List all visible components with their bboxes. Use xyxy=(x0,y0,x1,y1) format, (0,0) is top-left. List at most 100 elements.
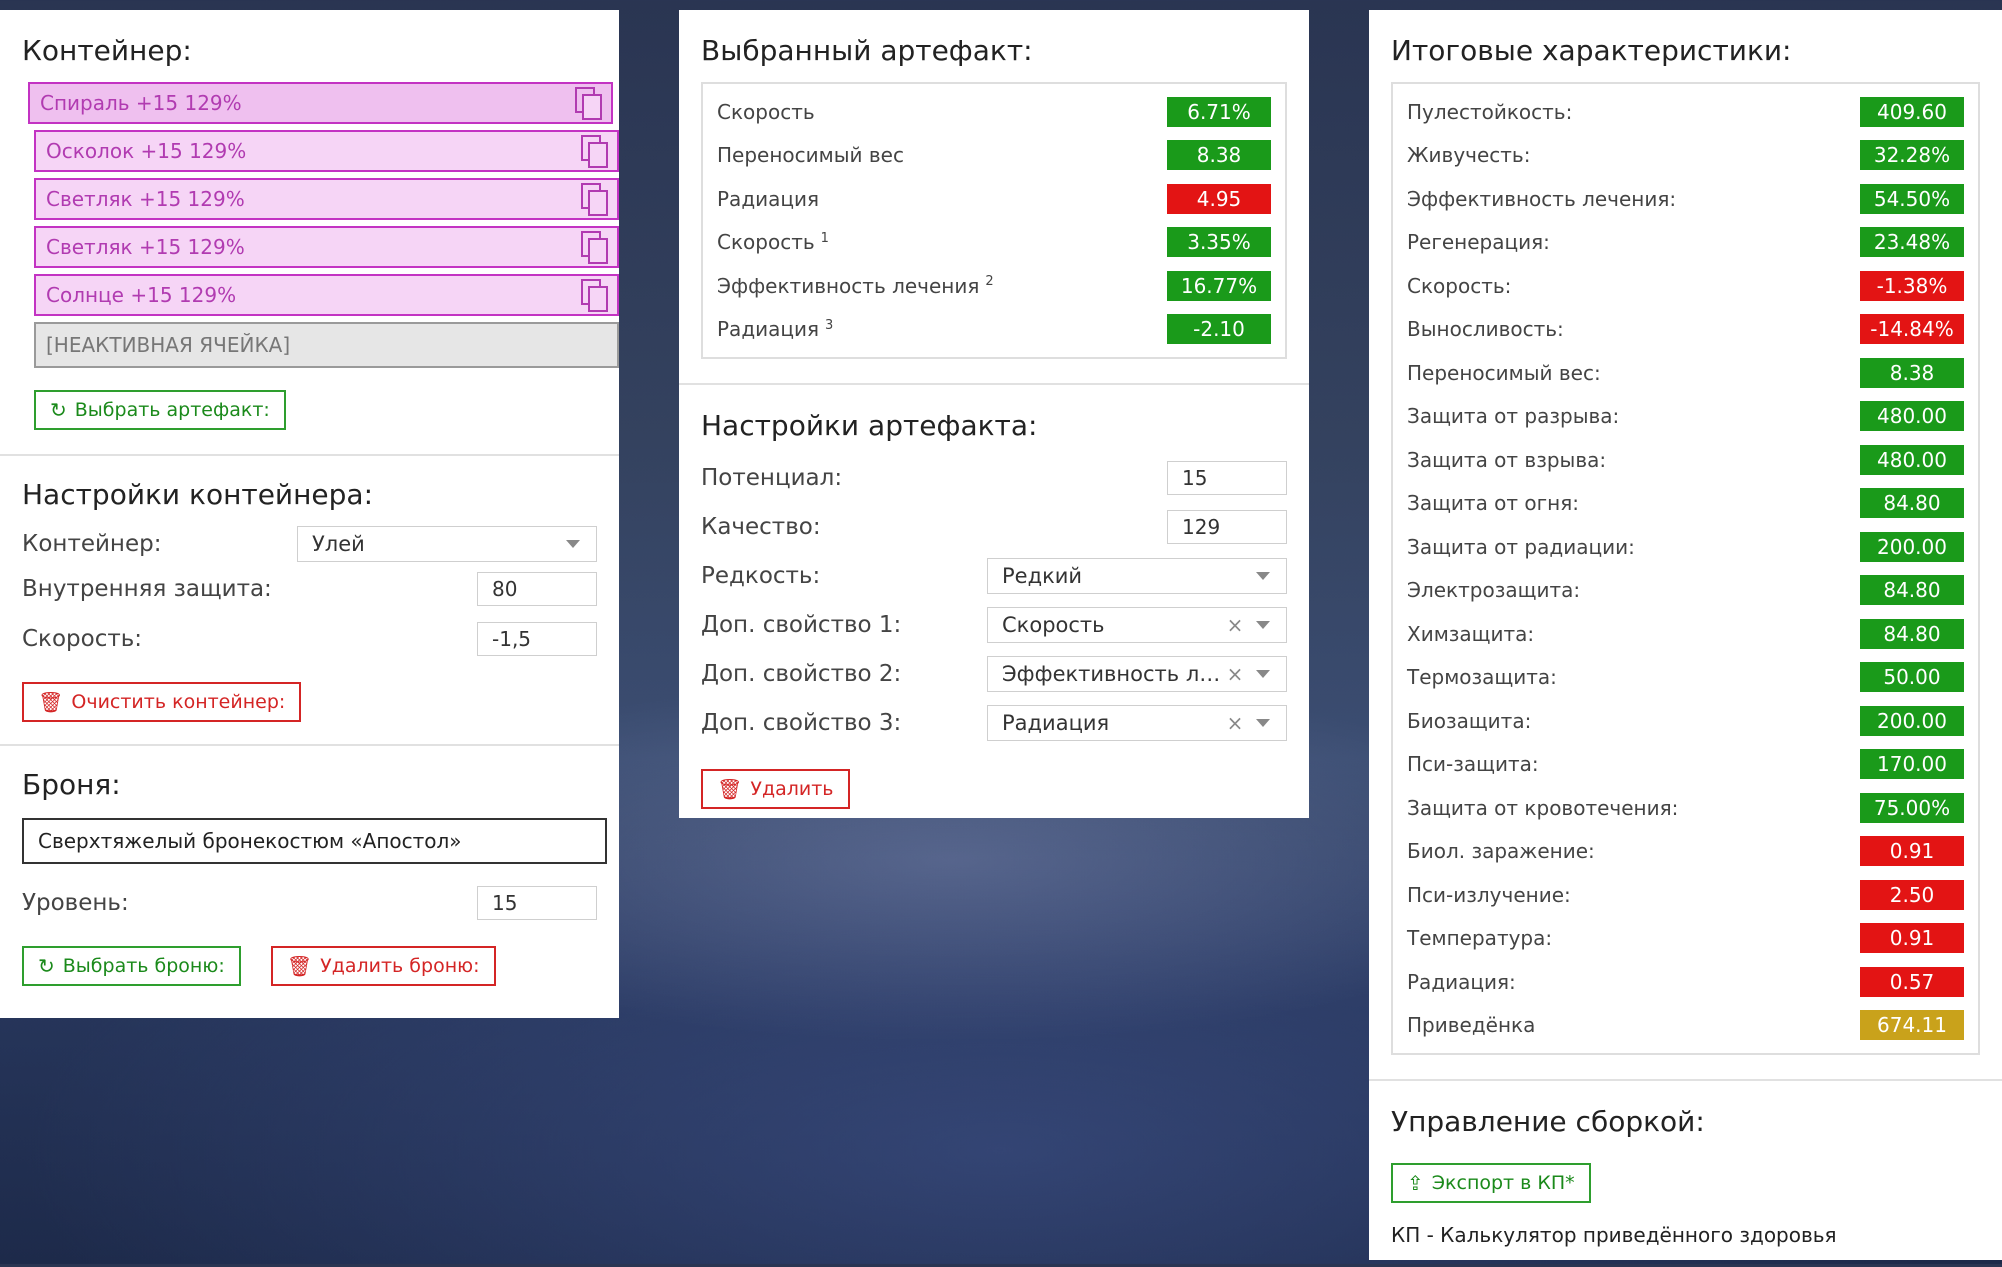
stat-value: 4.95 xyxy=(1167,183,1271,214)
chevron-down-icon xyxy=(1256,669,1270,678)
stat-name: Скорость 1 xyxy=(717,230,829,255)
footnote: КП - Калькулятор приведённого здоровья xyxy=(1391,1223,1837,1247)
copy-icon[interactable] xyxy=(575,87,602,120)
trash-icon: 🗑 xyxy=(38,690,64,714)
armor-field[interactable]: Сверхтяжелый бронекостюм «Апостол» xyxy=(22,818,607,864)
copy-icon[interactable] xyxy=(581,279,608,312)
stat-value: 84.80 xyxy=(1860,575,1964,606)
chevron-down-icon xyxy=(1256,718,1270,727)
clear-container-button[interactable]: 🗑 Очистить контейнер: xyxy=(22,682,302,722)
prop3-label: Доп. свойство 3: xyxy=(701,709,902,736)
stat-name: Переносимый вес xyxy=(717,143,904,168)
clear-icon[interactable]: × xyxy=(1222,711,1248,735)
stat-row: Эффективность лечения 2 16.77% xyxy=(717,264,1271,308)
clear-icon[interactable]: × xyxy=(1222,613,1248,637)
stat-value: 200.00 xyxy=(1860,531,1964,562)
stat-name: Защита от радиации: xyxy=(1407,534,1635,559)
rarity-label: Редкость: xyxy=(701,562,821,589)
stat-value: 54.50% xyxy=(1860,183,1964,214)
stat-name: Эффективность лечения 2 xyxy=(717,273,994,298)
container-slot[interactable]: Светляк +15 129% xyxy=(34,178,619,220)
stat-value: 0.91 xyxy=(1860,836,1964,867)
stat-row: Скорость 1 3.35% xyxy=(717,221,1271,265)
build-title: Управление сборкой: xyxy=(1391,1105,1705,1138)
container-panel: Контейнер: Спираль +15 129% Осколок +15 1… xyxy=(0,10,619,1018)
stat-row: Температура: 0.91 xyxy=(1407,917,1964,961)
container-settings-title: Настройки контейнера: xyxy=(22,478,374,511)
potential-input[interactable]: 15 xyxy=(1167,460,1287,495)
container-title: Контейнер: xyxy=(22,34,192,67)
chevron-down-icon xyxy=(566,540,580,548)
stat-name: Электрозащита: xyxy=(1407,578,1581,603)
delete-armor-button[interactable]: 🗑 Удалить броню: xyxy=(270,946,496,986)
export-button[interactable]: ⇪ Экспорт в КП* xyxy=(1391,1163,1591,1203)
stat-name: Защита от кровотечения: xyxy=(1407,795,1679,820)
container-slot[interactable]: Светляк +15 129% xyxy=(34,226,619,268)
rarity-select[interactable]: Редкий xyxy=(987,557,1287,594)
slot-list: Спираль +15 129% Осколок +15 129% Светляк … xyxy=(22,82,619,316)
stat-row: Защита от взрыва: 480.00 xyxy=(1407,438,1964,482)
chevron-down-icon xyxy=(1256,571,1270,580)
stat-name: Защита от огня: xyxy=(1407,491,1580,516)
stat-row: Химзащита: 84.80 xyxy=(1407,612,1964,656)
stat-name: Радиация 3 xyxy=(717,317,834,342)
stat-row: Регенерация: 23.48% xyxy=(1407,221,1964,265)
copy-icon[interactable] xyxy=(581,231,608,264)
armor-title: Броня: xyxy=(22,768,121,801)
potential-label: Потенциал: xyxy=(701,464,843,491)
stat-name: Радиация: xyxy=(1407,969,1516,994)
refresh-icon: ↻ xyxy=(50,398,67,422)
stat-name: Биозащита: xyxy=(1407,708,1532,733)
stat-row: Переносимый вес 8.38 xyxy=(717,134,1271,178)
level-label: Уровень: xyxy=(22,890,129,916)
stat-name: Пси-излучение: xyxy=(1407,882,1571,907)
prop2-label: Доп. свойство 2: xyxy=(701,660,902,687)
stat-row: Электрозащита: 84.80 xyxy=(1407,569,1964,613)
quality-label: Качество: xyxy=(701,513,821,540)
prop2-select[interactable]: Эффективность ле... × xyxy=(987,655,1287,692)
stat-row: Пси-излучение: 2.50 xyxy=(1407,873,1964,917)
prop1-select[interactable]: Скорость × xyxy=(987,606,1287,643)
choose-armor-button[interactable]: ↻ Выбрать броню: xyxy=(22,946,241,986)
speed-label: Скорость: xyxy=(22,626,143,652)
copy-icon[interactable] xyxy=(581,183,608,216)
container-slot[interactable]: Спираль +15 129% xyxy=(28,82,613,124)
prop3-select[interactable]: Радиация × xyxy=(987,704,1287,741)
stat-value: 32.28% xyxy=(1860,140,1964,171)
stat-name: Скорость: xyxy=(1407,273,1512,298)
stat-row: Защита от радиации: 200.00 xyxy=(1407,525,1964,569)
stat-value: 8.38 xyxy=(1860,357,1964,388)
totals-title: Итоговые характеристики: xyxy=(1391,34,1792,67)
quality-input[interactable]: 129 xyxy=(1167,509,1287,544)
stat-value: 674.11 xyxy=(1860,1010,1964,1041)
stat-value: 23.48% xyxy=(1860,227,1964,258)
stat-row: Пулестойкость: 409.60 xyxy=(1407,90,1964,134)
stat-row: Эффективность лечения: 54.50% xyxy=(1407,177,1964,221)
delete-artifact-button[interactable]: 🗑 Удалить xyxy=(701,769,850,809)
container-select[interactable]: Улей xyxy=(297,526,597,562)
stat-row: Скорость: -1.38% xyxy=(1407,264,1964,308)
inner-protection-input[interactable]: 80 xyxy=(477,572,597,606)
stat-value: 0.57 xyxy=(1860,966,1964,997)
container-slot[interactable]: Осколок +15 129% xyxy=(34,130,619,172)
stat-row: Скорость 6.71% xyxy=(717,90,1271,134)
stat-row: Защита от кровотечения: 75.00% xyxy=(1407,786,1964,830)
stat-name: Эффективность лечения: xyxy=(1407,186,1677,211)
stat-name: Регенерация: xyxy=(1407,230,1550,255)
copy-icon[interactable] xyxy=(581,135,608,168)
speed-input[interactable]: -1,5 xyxy=(477,622,597,656)
refresh-icon: ↻ xyxy=(38,954,55,978)
clear-icon[interactable]: × xyxy=(1222,662,1248,686)
stat-name: Переносимый вес: xyxy=(1407,360,1601,385)
container-slot[interactable]: Солнце +15 129% xyxy=(34,274,619,316)
stat-value: 84.80 xyxy=(1860,618,1964,649)
level-input[interactable]: 15 xyxy=(477,886,597,920)
stat-name: Защита от взрыва: xyxy=(1407,447,1607,472)
stat-row: Приведёнка 674.11 xyxy=(1407,1004,1964,1048)
stat-value: 2.50 xyxy=(1860,879,1964,910)
stat-value: 409.60 xyxy=(1860,96,1964,127)
stat-value: -14.84% xyxy=(1860,314,1964,345)
choose-artifact-button[interactable]: ↻ Выбрать артефакт: xyxy=(34,390,286,430)
trash-icon: 🗑 xyxy=(286,954,313,978)
stat-value: 0.91 xyxy=(1860,923,1964,954)
